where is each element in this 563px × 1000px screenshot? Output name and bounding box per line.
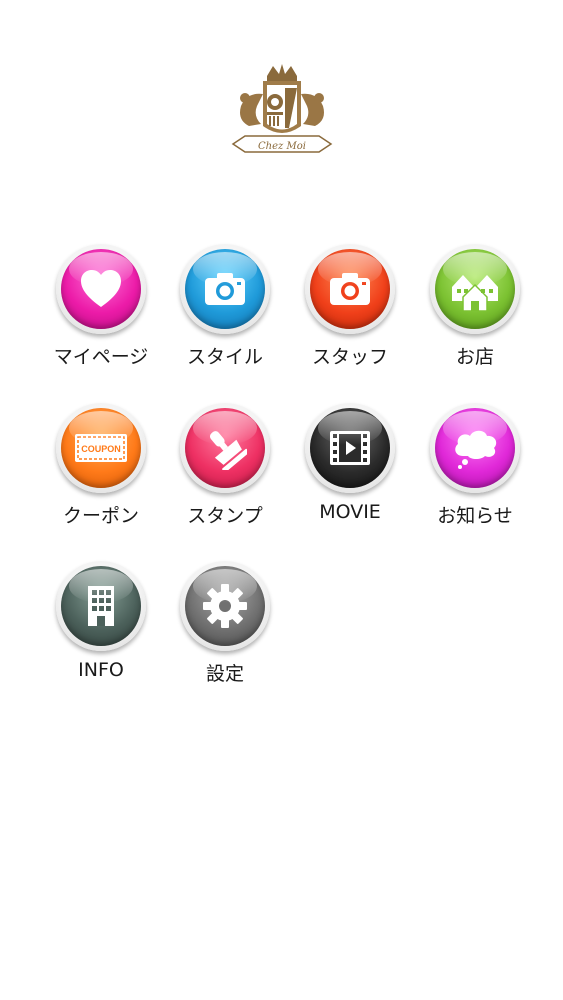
coupon-badge-text: COUPON bbox=[81, 444, 121, 454]
film-icon bbox=[330, 431, 370, 465]
shop-button[interactable] bbox=[430, 244, 520, 334]
style-button[interactable] bbox=[180, 244, 270, 334]
mypage-button[interactable] bbox=[56, 244, 146, 334]
menu-label: スタイル bbox=[186, 346, 263, 368]
camera-icon bbox=[205, 273, 245, 305]
stamp-icon bbox=[209, 431, 247, 470]
menu-label: INFO bbox=[78, 659, 124, 681]
menu-label: マイページ bbox=[53, 346, 149, 368]
menu-item-stamp[interactable]: スタンプ bbox=[163, 403, 287, 543]
menu-item-settings[interactable]: 設定 bbox=[163, 561, 287, 701]
menu-label: クーポン bbox=[62, 505, 139, 527]
menu-item-info[interactable]: INFO bbox=[39, 561, 163, 701]
camera-icon bbox=[330, 273, 370, 305]
gear-icon bbox=[203, 584, 247, 628]
menu-item-movie[interactable]: MOVIE bbox=[288, 403, 412, 543]
houses-icon bbox=[452, 275, 498, 311]
menu-label: スタッフ bbox=[311, 346, 388, 368]
news-button[interactable] bbox=[430, 403, 520, 493]
menu-label: お知らせ bbox=[437, 505, 513, 527]
heart-icon bbox=[81, 270, 121, 307]
movie-button[interactable] bbox=[305, 403, 395, 493]
menu-item-staff[interactable]: スタッフ bbox=[288, 244, 412, 384]
staff-button[interactable] bbox=[305, 244, 395, 334]
menu-item-coupon[interactable]: COUPON クーポン bbox=[39, 403, 163, 543]
building-icon bbox=[88, 586, 114, 626]
menu-item-style[interactable]: スタイル bbox=[163, 244, 287, 384]
stamp-button[interactable] bbox=[180, 403, 270, 493]
info-button[interactable] bbox=[56, 561, 146, 651]
settings-button[interactable] bbox=[180, 561, 270, 651]
coupon-button[interactable]: COUPON bbox=[56, 403, 146, 493]
coupon-icon: COUPON bbox=[75, 434, 127, 462]
menu-grid: マイページ スタイル スタッフ お店 COUPON クーポン スタンプ MOVI… bbox=[0, 0, 563, 1000]
menu-item-mypage[interactable]: マイページ bbox=[39, 244, 163, 384]
menu-label: お店 bbox=[455, 346, 494, 368]
menu-label: MOVIE bbox=[319, 501, 381, 523]
menu-label: スタンプ bbox=[187, 505, 263, 527]
speech-cloud-icon bbox=[455, 430, 497, 469]
menu-item-shop[interactable]: お店 bbox=[413, 244, 537, 384]
menu-label: 設定 bbox=[205, 663, 244, 685]
menu-item-news[interactable]: お知らせ bbox=[413, 403, 537, 543]
